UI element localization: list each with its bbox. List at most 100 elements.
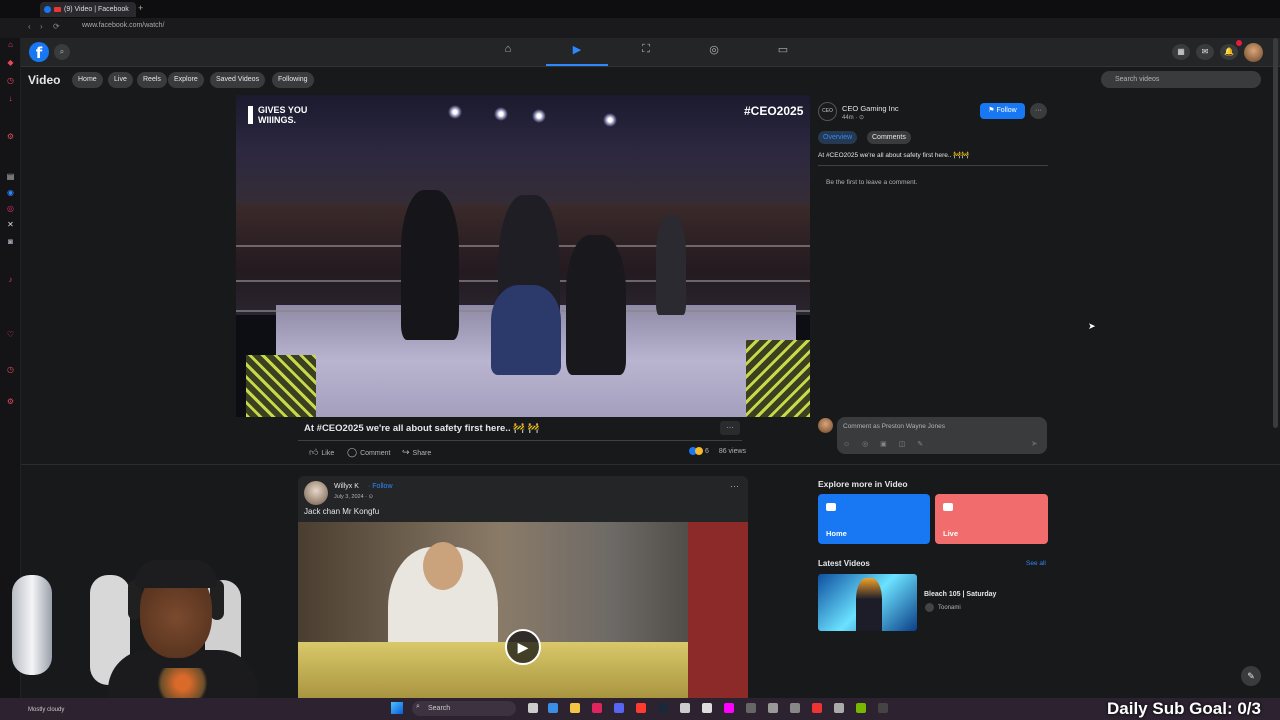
video-scene-light	[448, 105, 462, 119]
notifications-bell-icon[interactable]: 🔔	[1220, 44, 1238, 60]
taskbar-search[interactable]: Search	[412, 701, 516, 716]
browser-url-bar	[0, 18, 1280, 38]
taskbar-app-icon[interactable]	[702, 703, 712, 713]
sidebar-messenger-icon[interactable]: ◉	[5, 188, 16, 197]
post-text: Jack chan Mr Kongfu	[304, 507, 380, 516]
channel-icon	[925, 603, 934, 612]
divider	[298, 440, 742, 441]
post-follow-link[interactable]: · Follow	[368, 483, 393, 490]
chip-reels[interactable]: Reels	[137, 72, 167, 88]
see-all-link[interactable]: See all	[1026, 560, 1046, 567]
taskbar-app-icon[interactable]	[724, 703, 734, 713]
taskbar-app-icon[interactable]	[878, 703, 888, 713]
sidebar-music-icon[interactable]: ♪	[5, 275, 16, 284]
post-video-thumbnail[interactable]	[298, 522, 748, 698]
chip-saved-videos[interactable]: Saved Videos	[210, 72, 266, 88]
channel-name[interactable]: CEO Gaming Inc	[842, 104, 899, 113]
comment-placeholder: Comment as Preston Wayne Jones	[843, 423, 945, 430]
new-message-pencil-icon[interactable]: ✎	[1241, 666, 1261, 686]
latest-video-thumbnail[interactable]	[818, 574, 917, 631]
sidebar-settings-bottom-icon[interactable]: ⚙	[5, 397, 16, 406]
video-scene-person	[423, 542, 463, 590]
taskbar-browser-icon[interactable]	[592, 703, 602, 713]
taskbar-folder-icon[interactable]	[570, 703, 580, 713]
taskbar-nvidia-icon[interactable]	[856, 703, 866, 713]
sidebar-clock-icon[interactable]: ◷	[5, 365, 16, 374]
comment-button[interactable]: ◯ Comment	[347, 447, 390, 458]
taskbar-app-icon[interactable]	[528, 703, 538, 713]
taskbar-discord-icon[interactable]	[614, 703, 624, 713]
profile-avatar[interactable]	[1244, 43, 1263, 62]
search-icon[interactable]: ⌕	[54, 44, 70, 60]
sidebar-heart-icon[interactable]: ♡	[5, 330, 16, 339]
notification-badge	[1236, 40, 1242, 46]
search-videos-input[interactable]: Search videos	[1101, 71, 1261, 88]
taskbar-app-icon[interactable]	[790, 703, 800, 713]
chip-live[interactable]: Live	[108, 72, 133, 88]
share-label: Share	[412, 450, 432, 457]
latest-video-source[interactable]: Toonami	[938, 605, 961, 611]
tab-overview[interactable]: Overview	[818, 131, 858, 144]
mouse-cursor-icon: ➤	[1088, 321, 1096, 331]
taskbar-steam-icon[interactable]	[658, 703, 668, 713]
sidebar-history-icon[interactable]: ◷	[5, 76, 16, 85]
tab-comments[interactable]: Comments	[867, 131, 911, 144]
menu-grid-icon[interactable]: ▦	[1172, 44, 1190, 60]
back-button[interactable]: ‹	[28, 22, 31, 31]
forward-button[interactable]: ›	[40, 22, 43, 31]
follow-button[interactable]: ⚑ Follow	[980, 103, 1025, 119]
nav-groups-icon[interactable]: ◎	[684, 43, 744, 63]
nav-home-icon[interactable]: ⌂	[478, 43, 538, 63]
weather-widget[interactable]: Mostly cloudy	[28, 707, 64, 713]
explore-card-home-label: Home	[826, 529, 847, 538]
share-button[interactable]: ↪ Share	[402, 447, 431, 458]
post-description: At #CEO2025 we're all about safety first…	[818, 152, 970, 159]
messenger-icon[interactable]: ✉	[1196, 44, 1214, 60]
sidebar-x-icon[interactable]: ✕	[5, 220, 16, 229]
main-video-player[interactable]: GIVES YOU WIIINGS. #CEO2025	[236, 95, 810, 417]
sidebar-bookmark-icon[interactable]: ◆	[5, 58, 16, 67]
address-input[interactable]: www.facebook.com/watch/	[82, 22, 164, 29]
taskbar-app-icon[interactable]	[812, 703, 822, 713]
video-caption: At #CEO2025 we're all about safety first…	[304, 423, 540, 434]
latest-videos-heading: Latest Videos	[818, 559, 870, 568]
play-button-icon[interactable]: ▶	[505, 629, 541, 665]
windows-start-icon[interactable]	[391, 702, 403, 714]
reaction-summary[interactable]: 6 86 views	[689, 447, 746, 455]
sidebar-instagram-icon[interactable]: ◎	[5, 204, 16, 213]
post-more-button[interactable]: ···	[730, 481, 739, 491]
taskbar-obs-icon[interactable]	[746, 703, 756, 713]
sidebar-home-icon[interactable]: ⌂	[5, 40, 16, 49]
taskbar-app-icon[interactable]	[636, 703, 646, 713]
channel-more-button[interactable]: ···	[1030, 103, 1047, 119]
reload-button[interactable]: ⟳	[53, 22, 60, 31]
taskbar-app-icon[interactable]	[548, 703, 558, 713]
new-tab-button[interactable]: +	[138, 3, 143, 13]
comment-tools-icons[interactable]: ☺ ◎ ▣ ◫ ✎	[843, 440, 928, 448]
explore-card-live[interactable]: Live	[935, 494, 1048, 544]
sidebar-settings-icon[interactable]: ⚙	[5, 132, 16, 141]
channel-avatar[interactable]: CEO	[818, 102, 837, 121]
chip-explore[interactable]: Explore	[168, 72, 204, 88]
taskbar-app-icon[interactable]	[768, 703, 778, 713]
chip-following[interactable]: Following	[272, 72, 314, 88]
video-more-button[interactable]: ···	[720, 421, 740, 435]
chip-home[interactable]: Home	[72, 72, 103, 88]
sidebar-downloads-icon[interactable]: ↓	[5, 94, 16, 103]
taskbar-app-icon[interactable]	[680, 703, 690, 713]
nav-video-icon[interactable]: ▶	[547, 43, 607, 63]
facebook-logo-icon[interactable]: f	[29, 42, 49, 62]
nav-marketplace-icon[interactable]: ⛶	[616, 43, 676, 63]
sidebar-discord-icon[interactable]: ◙	[5, 237, 16, 246]
taskbar-app-icon[interactable]	[834, 703, 844, 713]
browser-tab-active[interactable]: (9) Video | Facebook	[40, 2, 136, 17]
nav-gaming-icon[interactable]: ▭	[753, 43, 813, 63]
post-author-name[interactable]: Willyx K	[334, 483, 359, 490]
like-button[interactable]: 👍︎ Like	[309, 447, 334, 458]
explore-card-home[interactable]: Home	[818, 494, 930, 544]
send-icon[interactable]: ➤	[1031, 439, 1038, 448]
post-author-avatar[interactable]	[304, 481, 328, 505]
scrollbar[interactable]	[1273, 38, 1278, 428]
sidebar-app-icon[interactable]: ▤	[5, 172, 16, 181]
latest-video-title[interactable]: Bleach 105 | Saturday	[924, 591, 996, 598]
